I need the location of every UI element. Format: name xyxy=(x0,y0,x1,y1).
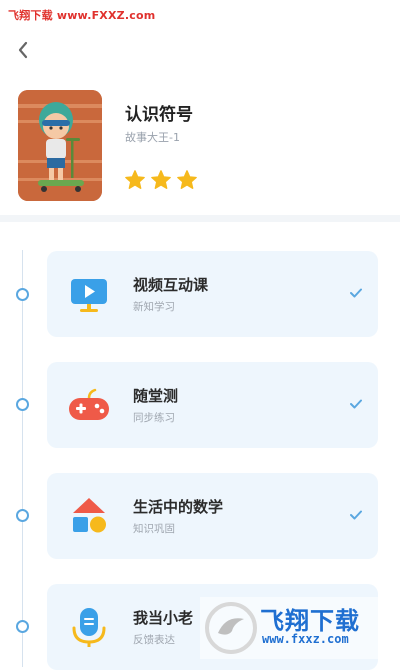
gamepad-icon xyxy=(67,384,111,428)
task-subtitle: 同步练习 xyxy=(133,412,175,424)
star-icon xyxy=(177,170,197,189)
timeline-line xyxy=(22,250,23,667)
lesson-subtitle: 故事大王-1 xyxy=(125,131,180,144)
task-title: 随堂测 xyxy=(133,387,179,405)
watermark-brand: 飞翔下载 xyxy=(260,607,360,635)
back-button[interactable] xyxy=(12,38,36,62)
task-card-math[interactable]: 生活中的数学 知识巩固 xyxy=(47,473,378,559)
task-title: 生活中的数学 xyxy=(133,498,224,516)
chevron-left-icon xyxy=(18,41,28,59)
watermark-text: 飞翔下载 www.FXXZ.com xyxy=(8,9,156,22)
task-card-video[interactable]: 视频互动课 新知学习 xyxy=(47,251,378,337)
star-rating xyxy=(124,169,198,191)
microphone-icon xyxy=(67,606,111,650)
check-icon xyxy=(350,399,362,409)
task-subtitle: 知识巩固 xyxy=(133,523,175,535)
task-title: 视频互动课 xyxy=(133,276,209,294)
shapes-house-icon xyxy=(67,495,111,539)
lesson-cover-image xyxy=(18,90,102,201)
watermark-url: www.fxxz.com xyxy=(262,632,349,646)
task-subtitle: 反馈表达 xyxy=(133,634,175,646)
star-icon xyxy=(151,170,171,189)
section-divider xyxy=(0,215,400,222)
watermark-emblem-icon xyxy=(205,602,257,654)
video-screen-icon xyxy=(67,273,111,317)
timeline-node xyxy=(16,509,29,522)
lesson-title: 认识符号 xyxy=(125,105,193,125)
timeline-node xyxy=(16,620,29,633)
lesson-header: 认识符号 故事大王-1 xyxy=(0,80,400,215)
check-icon xyxy=(350,288,362,298)
task-title: 我当小老 xyxy=(133,609,194,627)
task-subtitle: 新知学习 xyxy=(133,301,175,313)
watermark-logo: 飞翔下载 www.fxxz.com xyxy=(200,597,400,659)
check-icon xyxy=(350,510,362,520)
timeline-node xyxy=(16,398,29,411)
timeline-node xyxy=(16,288,29,301)
star-icon xyxy=(125,170,145,189)
task-card-quiz[interactable]: 随堂测 同步练习 xyxy=(47,362,378,448)
